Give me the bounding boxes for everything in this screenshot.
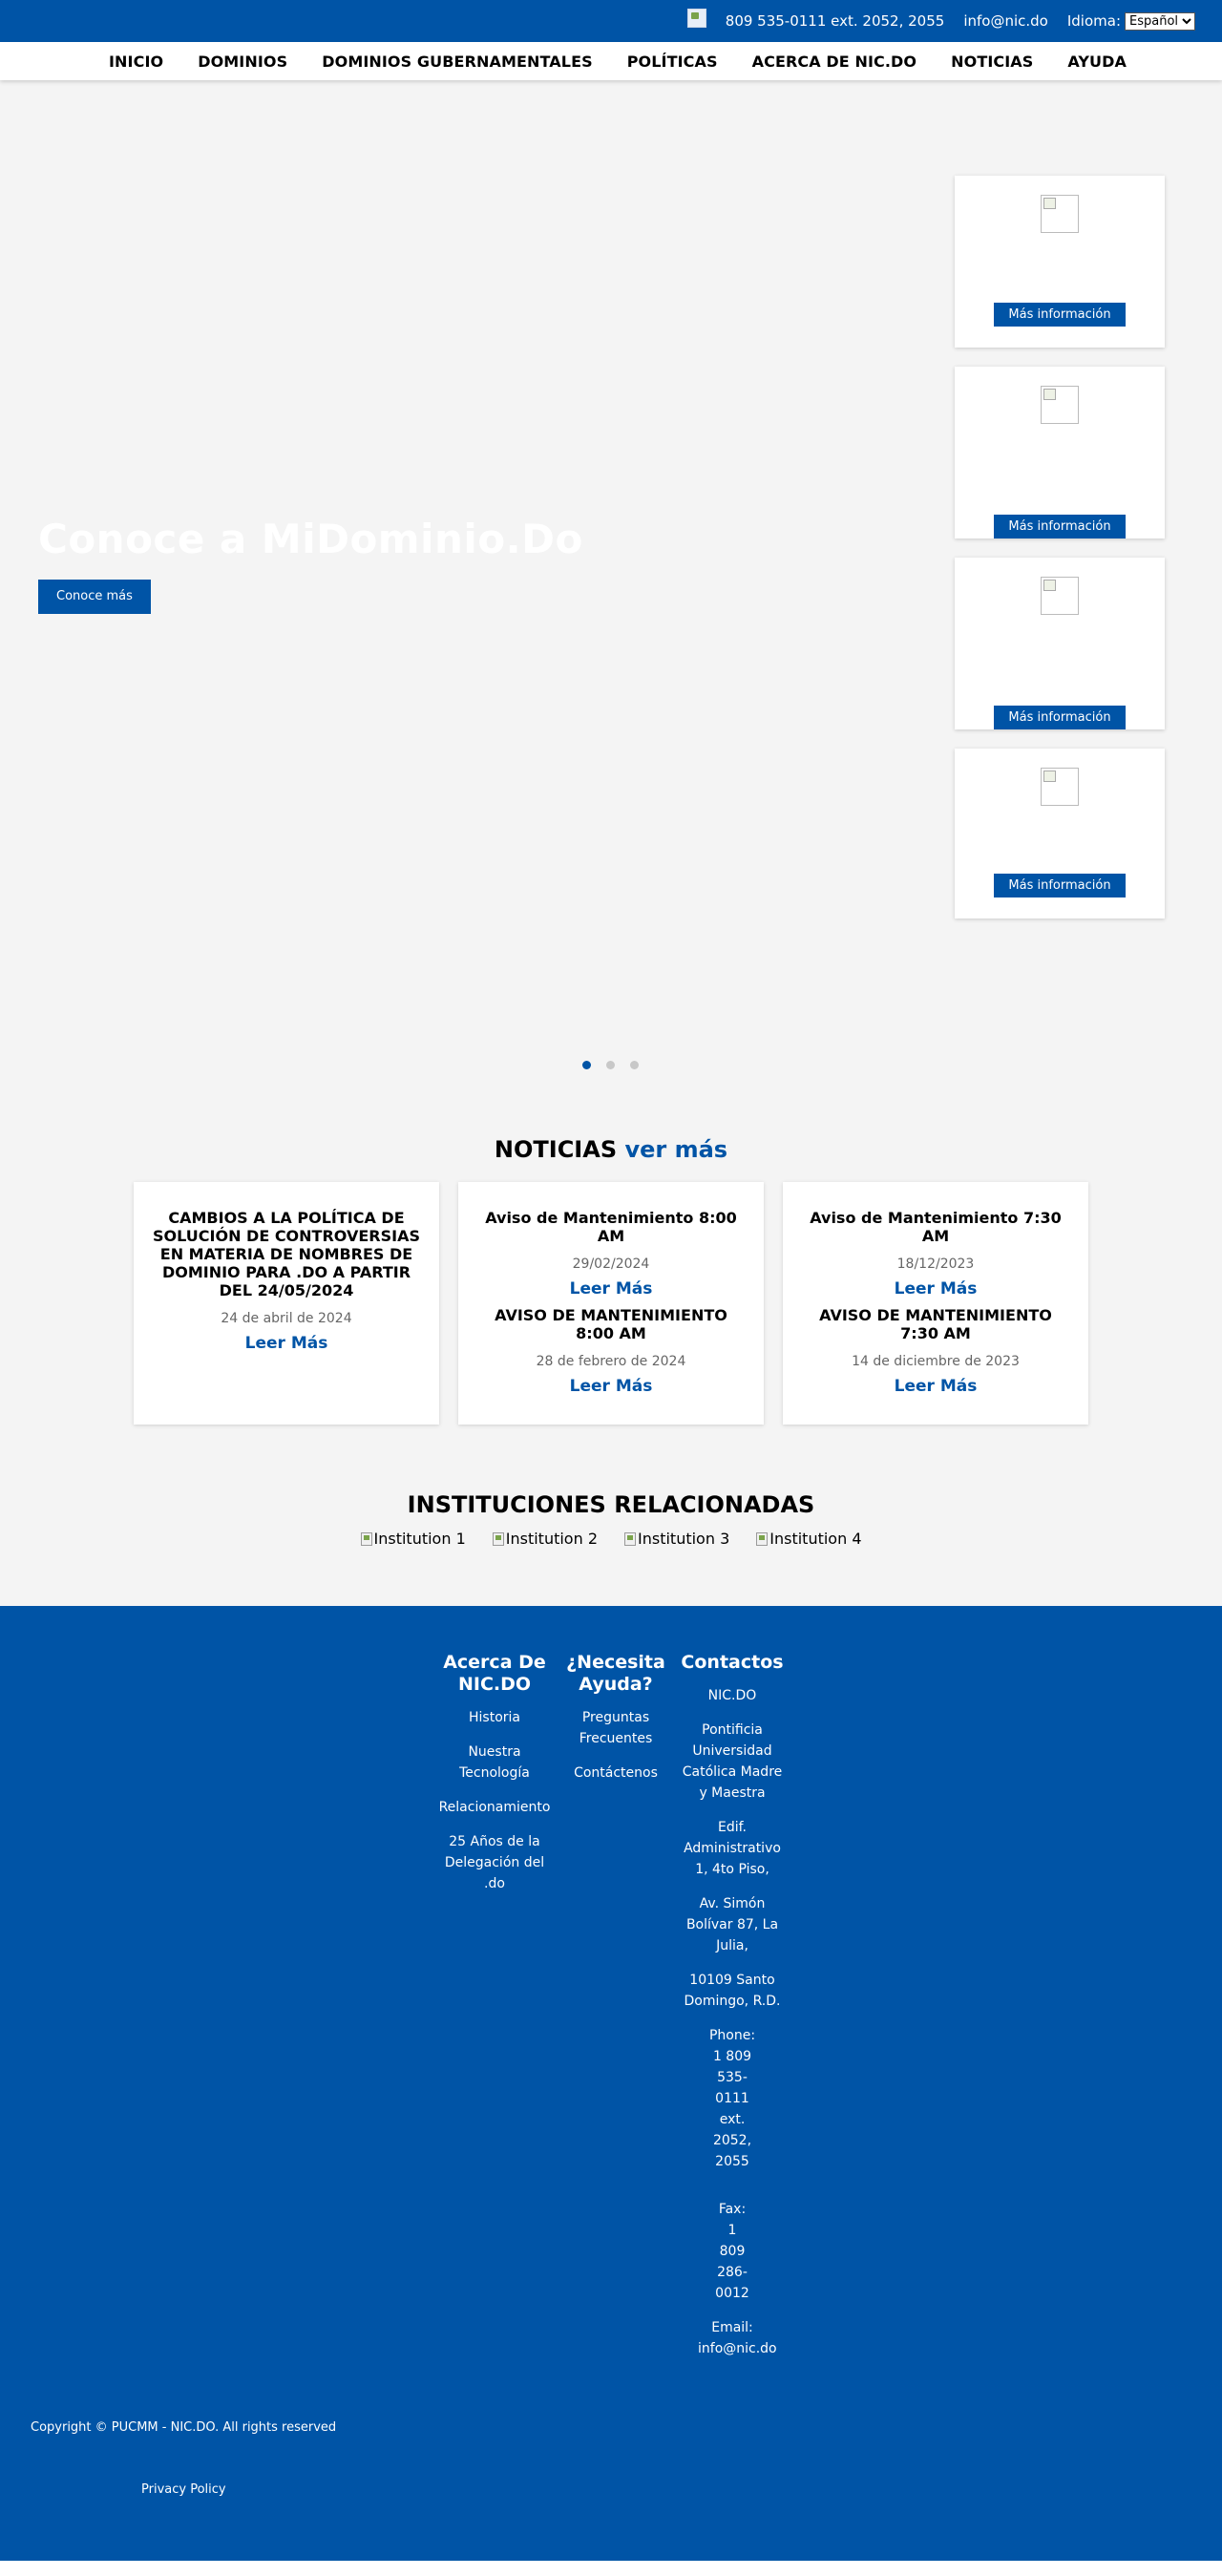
news-date-secondary: 28 de febrero de 2024: [536, 1354, 686, 1369]
read-more-link-secondary[interactable]: Leer Más: [475, 1377, 747, 1396]
news-title-secondary[interactable]: AVISO DE MANTENIMIENTO 8:00 AM: [475, 1306, 747, 1342]
contact-phone: Phone: 1 809 535-0111 ext. 2052, 2055: [708, 2028, 756, 2169]
footer-link-contactenos[interactable]: Contáctenos: [562, 1763, 669, 1784]
news-heading-text: NOTICIAS: [494, 1136, 618, 1163]
nav-item-noticias[interactable]: NOTICIAS: [951, 53, 1033, 71]
contact-org: NIC.DO: [707, 1688, 757, 1703]
footer-link-25-anos[interactable]: 25 Años de la Delegación del .do: [436, 1831, 553, 1894]
institution-logo[interactable]: Institution 1: [360, 1530, 466, 1548]
news-card: CAMBIOS A LA POLÍTICA DE SOLUCIÓN DE CON…: [134, 1182, 439, 1425]
institution-logos: Institution 1 Institution 2 Institution …: [0, 1530, 1222, 1548]
broken-image-icon: [1041, 195, 1079, 233]
language-select[interactable]: Español: [1125, 11, 1195, 31]
institution-logo[interactable]: Institution 4: [756, 1530, 862, 1548]
side-card: Más información: [955, 749, 1165, 918]
more-info-button[interactable]: Más información: [994, 515, 1126, 538]
news-card: Aviso de Mantenimiento 7:30 AM 18/12/202…: [783, 1182, 1088, 1425]
footer-link-tecnologia[interactable]: Nuestra Tecnología: [436, 1742, 553, 1784]
contact-street: Av. Simón Bolívar 87, La Julia,: [685, 1896, 779, 1953]
language-label: Idioma:: [1066, 12, 1121, 30]
institution-logo[interactable]: Institution 3: [624, 1530, 729, 1548]
more-info-button[interactable]: Más información: [994, 874, 1126, 897]
broken-image-icon: [1041, 386, 1079, 424]
institution-logo[interactable]: Institution 2: [492, 1530, 598, 1548]
footer-contacts-heading: Contactos: [681, 1652, 784, 1673]
institutions-heading: INSTITUCIONES RELACIONADAS: [407, 1491, 815, 1518]
institutions-section: INSTITUCIONES RELACIONADAS Institution 1…: [0, 1425, 1222, 1606]
nav-item-ayuda[interactable]: AYUDA: [1067, 53, 1127, 71]
hero-title: Conoce a MiDominio.Do: [38, 516, 583, 562]
institution-alt-text: Institution 1: [373, 1530, 466, 1548]
hero-cta-button[interactable]: Conoce más: [38, 580, 151, 614]
carousel-dot-3[interactable]: [630, 1061, 639, 1069]
footer-col-contacts: Contactos NIC.DO Pontificia Universidad …: [679, 1652, 786, 2373]
contact-university: Pontificia Universidad Católica Madre y …: [682, 1722, 783, 1801]
footer: Acerca De NIC.DO Historia Nuestra Tecnol…: [0, 1606, 1222, 2561]
footer-columns: Acerca De NIC.DO Historia Nuestra Tecnol…: [0, 1652, 1222, 2373]
hero-carousel: Conoce a MiDominio.Do Conoce más Más inf…: [0, 80, 1222, 1069]
news-title[interactable]: Aviso de Mantenimiento 7:30 AM: [800, 1209, 1071, 1245]
contact-city: 10109 Santo Domingo, R.D.: [684, 1973, 781, 2009]
hero-content: Conoce a MiDominio.Do Conoce más: [38, 516, 583, 614]
side-card: Más información: [955, 367, 1165, 538]
read-more-link[interactable]: Leer Más: [475, 1279, 747, 1299]
nav-item-inicio[interactable]: INICIO: [109, 53, 163, 71]
side-card: Más información: [955, 176, 1165, 348]
news-section: NOTICIAS ver más CAMBIOS A LA POLÍTICA D…: [0, 1064, 1222, 1425]
broken-image-icon: [1041, 577, 1079, 615]
footer-col-help: ¿Necesita Ayuda? Preguntas Frecuentes Co…: [562, 1652, 669, 2373]
news-card: Aviso de Mantenimiento 8:00 AM 29/02/202…: [458, 1182, 764, 1425]
copyright-text: Copyright © PUCMM - NIC.DO. All rights r…: [31, 2420, 337, 2435]
privacy-policy-link[interactable]: Privacy Policy: [141, 2482, 226, 2497]
carousel-dot-2[interactable]: [606, 1061, 615, 1069]
news-date: 18/12/2023: [896, 1256, 975, 1272]
main-nav: INICIO DOMINIOS DOMINIOS GUBERNAMENTALES…: [0, 42, 1222, 80]
side-card: Más información: [955, 558, 1165, 729]
news-title-secondary[interactable]: AVISO DE MANTENIMIENTO 7:30 AM: [800, 1306, 1071, 1342]
news-title[interactable]: CAMBIOS A LA POLÍTICA DE SOLUCIÓN DE CON…: [151, 1209, 422, 1299]
institution-alt-text: Institution 4: [769, 1530, 862, 1548]
hero-side-cards: Más información Más información Más info…: [955, 176, 1165, 938]
broken-image-icon: [1041, 768, 1079, 806]
top-bar: 809 535-0111 ext. 2052, 2055 info@nic.do…: [0, 0, 1222, 42]
nav-item-acerca[interactable]: ACERCA DE NIC.DO: [752, 53, 917, 71]
broken-image-icon: [624, 1531, 636, 1546]
news-more-link[interactable]: ver más: [624, 1136, 727, 1163]
broken-image-icon: [756, 1531, 769, 1546]
news-title[interactable]: Aviso de Mantenimiento 8:00 AM: [475, 1209, 747, 1245]
top-email[interactable]: info@nic.do: [963, 12, 1048, 30]
broken-image-icon: [492, 1531, 504, 1546]
news-date: 29/02/2024: [572, 1256, 650, 1272]
news-heading: NOTICIAS ver más: [0, 1136, 1222, 1163]
broken-image-icon: [360, 1531, 372, 1546]
read-more-link[interactable]: Leer Más: [800, 1279, 1071, 1299]
institution-alt-text: Institution 3: [638, 1530, 730, 1548]
nav-item-dominios-gubernamentales[interactable]: DOMINIOS GUBERNAMENTALES: [322, 53, 593, 71]
more-info-button[interactable]: Más información: [994, 303, 1126, 327]
read-more-link[interactable]: Leer Más: [151, 1334, 422, 1353]
footer-about-heading: Acerca De NIC.DO: [443, 1652, 546, 1695]
contact-fax: Fax: 1 809 286-0012: [715, 2202, 749, 2301]
footer-link-relacionamiento[interactable]: Relacionamiento: [436, 1797, 553, 1818]
nav-item-politicas[interactable]: POLÍTICAS: [627, 53, 718, 71]
contact-building: Edif. Administrativo 1, 4to Piso,: [684, 1820, 781, 1877]
footer-link-historia[interactable]: Historia: [436, 1707, 553, 1728]
news-cards: CAMBIOS A LA POLÍTICA DE SOLUCIÓN DE CON…: [0, 1182, 1222, 1425]
institution-alt-text: Institution 2: [505, 1530, 598, 1548]
carousel-dot-1[interactable]: [582, 1061, 591, 1069]
page-bottom-gap: [0, 2561, 1222, 2576]
footer-col-about: Acerca De NIC.DO Historia Nuestra Tecnol…: [436, 1652, 553, 2373]
footer-link-faq[interactable]: Preguntas Frecuentes: [562, 1707, 669, 1749]
contact-email[interactable]: Email: info@nic.do: [698, 2317, 777, 2359]
news-date: 24 de abril de 2024: [221, 1311, 352, 1326]
carousel-dots: [582, 1061, 654, 1069]
more-info-button[interactable]: Más información: [994, 706, 1126, 729]
flag-icon: [686, 9, 706, 28]
read-more-link-secondary[interactable]: Leer Más: [800, 1377, 1071, 1396]
footer-help-heading: ¿Necesita Ayuda?: [566, 1652, 665, 1695]
nav-item-dominios[interactable]: DOMINIOS: [198, 53, 287, 71]
news-date-secondary: 14 de diciembre de 2023: [852, 1354, 1020, 1369]
top-phone: 809 535-0111 ext. 2052, 2055: [725, 12, 945, 30]
